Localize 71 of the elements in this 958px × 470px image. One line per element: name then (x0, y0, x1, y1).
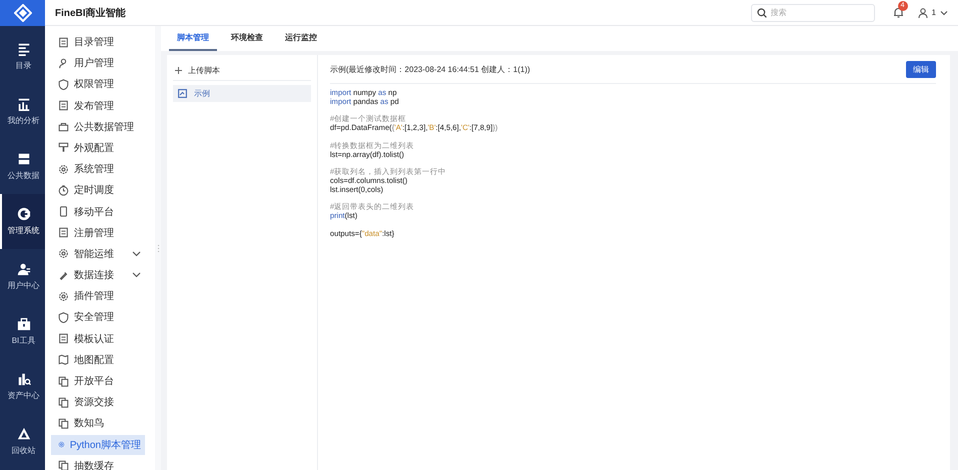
nav-item[interactable]: 用户中心 (0, 249, 45, 304)
menu-item[interactable]: Python脚本管理 (51, 434, 145, 455)
menu-item[interactable]: 系统管理 (51, 159, 145, 180)
tab[interactable]: 脚本管理 (169, 26, 217, 51)
toolbox-icon (16, 317, 30, 331)
nav-item[interactable]: BI工具 (0, 304, 45, 359)
triangle-icon (16, 427, 30, 441)
menu-item[interactable]: 抽数缓存 (51, 456, 145, 470)
menu-item[interactable]: 目录管理 (51, 32, 145, 52)
chevron-down-icon[interactable] (132, 272, 141, 278)
paint-roller-icon (58, 142, 69, 154)
server-icon (16, 152, 30, 166)
menu-item[interactable]: 公共数据管理 (51, 116, 145, 137)
pages-icon (58, 418, 69, 429)
nav-item[interactable]: 公共数据 (0, 139, 45, 194)
user-icon (58, 58, 69, 69)
menu-item[interactable]: 权限管理 (51, 74, 145, 94)
menu-item[interactable]: 插件管理 (51, 286, 145, 306)
menu-item[interactable]: 模板认证 (51, 328, 145, 349)
tab[interactable]: 运行监控 (277, 26, 325, 51)
document-icon (58, 227, 69, 238)
stopwatch-icon (58, 184, 69, 196)
pencil-icon (58, 270, 69, 281)
menu-item[interactable]: 定时调度 (51, 180, 145, 200)
file-icon (178, 89, 187, 98)
menu-item[interactable]: 智能运维 (51, 244, 145, 264)
shield-icon (58, 78, 69, 90)
document-icon (58, 333, 69, 344)
tab[interactable]: 环境检查 (223, 26, 271, 51)
menu-item[interactable]: 开放平台 (51, 371, 145, 391)
bar-chart-icon (16, 97, 30, 111)
chevron-down-icon[interactable] (940, 10, 948, 16)
chevron-down-icon[interactable] (132, 250, 141, 257)
menu-item[interactable]: 资源交接 (51, 392, 145, 412)
document-icon (58, 36, 69, 48)
chart-search-icon (16, 372, 30, 386)
list-icon (16, 42, 30, 56)
menu-item[interactable]: 发布管理 (51, 96, 145, 116)
menu-item[interactable]: 移动平台 (51, 202, 145, 222)
resize-handle[interactable] (156, 244, 160, 252)
menu-item[interactable]: 地图配置 (51, 350, 145, 370)
nav-item[interactable]: 回收站 (0, 414, 45, 469)
user-icon (16, 262, 30, 276)
nav-item[interactable]: 我的分析 (0, 84, 45, 139)
menu-item[interactable]: 用户管理 (51, 53, 145, 74)
nav-item[interactable]: 目录 (0, 29, 45, 84)
pages-icon (58, 396, 69, 408)
plus-icon (175, 67, 182, 74)
user-name[interactable]: 1 (932, 8, 936, 17)
pages-icon (58, 376, 69, 386)
script-item[interactable]: 示例 (173, 85, 311, 102)
user-icon[interactable] (918, 8, 928, 18)
menu-item[interactable]: 外观配置 (51, 138, 145, 158)
menu-item[interactable]: 注册管理 (51, 222, 145, 243)
script-title: 示例(最近修改时间：2023-08-24 16:44:51 创建人：1(1)) (330, 64, 530, 74)
upload-button[interactable]: 上传脚本 (173, 61, 311, 81)
map-icon (58, 354, 69, 366)
menu-item[interactable]: 数据连接 (51, 265, 145, 286)
menu-item[interactable]: 数知鸟 (51, 413, 145, 434)
search-field[interactable]: 搜索 (750, 4, 875, 22)
app-title: FineBI商业智能 (55, 6, 127, 20)
phone-icon (58, 206, 69, 217)
document-icon (58, 100, 69, 112)
bell-icon[interactable] (892, 7, 904, 18)
shield-icon (58, 312, 69, 323)
edit-button[interactable]: 编辑 (906, 60, 936, 78)
logo-icon (14, 4, 32, 22)
nav-item[interactable]: 管理系统 (0, 194, 45, 249)
briefcase-icon (58, 121, 69, 132)
nav-item[interactable]: 资产中心 (0, 359, 45, 414)
menu-item[interactable]: 安全管理 (51, 307, 145, 328)
